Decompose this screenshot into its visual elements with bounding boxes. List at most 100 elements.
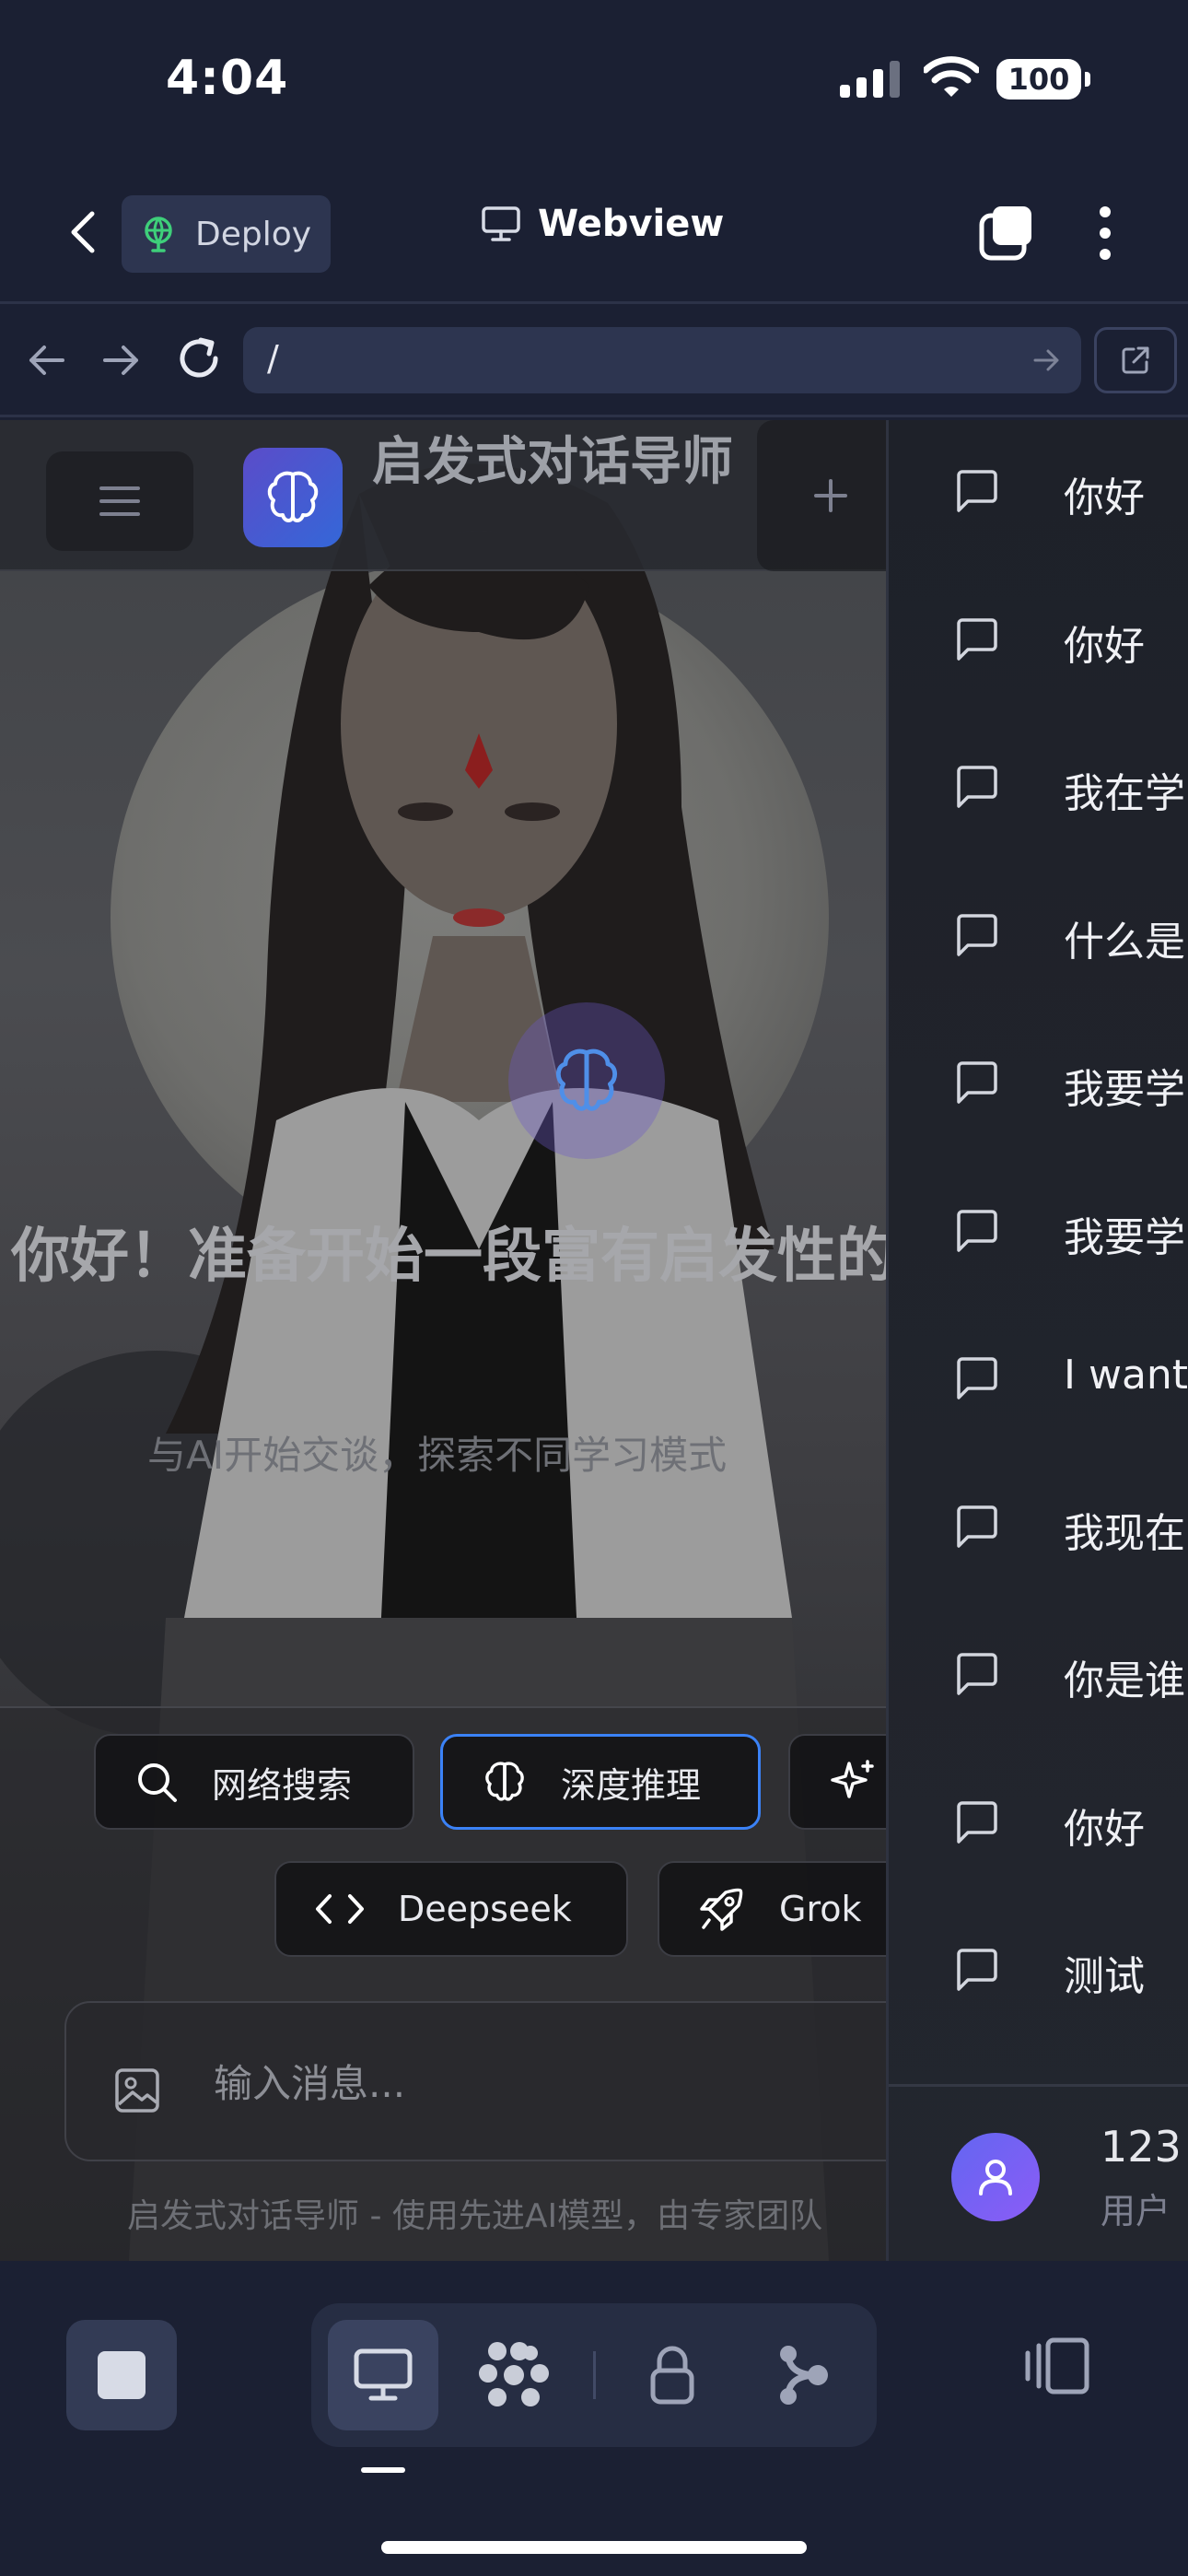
conversation-item[interactable]: 我在学 [889,716,1188,863]
webview-title: Webview [481,203,724,245]
site-header: 启发式对话导师 [0,420,904,571]
user-profile[interactable]: 123 用户 [889,2084,1188,2261]
chat-bubble-icon [957,1357,997,1399]
brain-icon [555,1048,618,1111]
conversation-item[interactable]: 你好 [889,1751,1188,1899]
chat-bubble-icon [957,913,997,956]
deep-reasoning-label: 深度推理 [561,1764,702,1806]
rocket-icon [700,1888,743,1931]
conversation-item[interactable]: 测试 [889,1899,1188,2046]
conversation-item[interactable]: 你好 [889,568,1188,716]
chat-bubble-icon [957,1061,997,1104]
lock-icon [650,2346,694,2405]
chat-bubble-icon [957,1209,997,1252]
conversation-item[interactable]: 我现在 [889,1456,1188,1603]
chat-bubble-icon [957,766,997,808]
new-chat-button[interactable] [757,420,904,571]
arrow-left-icon[interactable] [26,342,66,379]
image-upload-icon[interactable] [114,2067,160,2113]
stop-button[interactable] [66,2320,177,2430]
toolbar-divider [593,2351,596,2399]
app-header: Deploy Webview [0,175,1188,304]
battery-indicator: 100 [996,59,1081,100]
conversation-label: 你好 [1064,474,1145,521]
deepseek-chip[interactable]: Deepseek [274,1861,628,1957]
hamburger-icon [99,486,140,516]
site-title: 启发式对话导师 [372,432,733,492]
split-layout-icon[interactable] [1024,2336,1090,2395]
monitor-icon [482,206,520,241]
home-indicator [381,2541,807,2554]
chat-bubble-icon [957,470,997,512]
chat-bubble-icon [957,1653,997,1695]
footer-note: 启发式对话导师 - 使用先进AI模型，由专家团队 [127,2197,823,2235]
brand-logo [243,448,343,547]
webview-title-label: Webview [538,203,725,245]
code-icon [316,1894,364,1924]
conversation-label: 你是谁 [1064,1657,1185,1704]
conversation-label: 我在学 [1064,770,1185,817]
conversation-item[interactable]: 我要学 [889,1160,1188,1307]
apps-tool-button[interactable] [459,2320,569,2430]
grok-label: Grok [779,1889,862,1929]
chat-bubble-icon [957,1800,997,1844]
go-arrow-icon[interactable] [1033,347,1061,373]
monitor-icon [354,2348,413,2401]
user-name: 123 [1101,2122,1182,2172]
message-placeholder: 输入消息... [214,2061,406,2106]
conversation-label: 你好 [1064,1805,1145,1853]
chat-bubble-icon [957,617,997,661]
apps-icon [479,2342,549,2406]
deep-reasoning-chip[interactable]: 深度推理 [440,1734,761,1830]
more-options-icon[interactable] [1087,203,1124,263]
webview-tool-button[interactable] [328,2320,438,2430]
webview-content: 启发式对话导师 你好！准备开始一段富有启发性的对话吗？ 与AI开始交谈，探索不同… [0,420,1188,2261]
chat-bubble-icon [957,1505,997,1548]
sparkle-icon [831,1760,874,1798]
back-button[interactable] [55,203,114,262]
conversation-item[interactable]: 你好 [889,420,1188,568]
lock-tool-button[interactable] [617,2320,728,2430]
url-input[interactable]: / [243,327,1081,393]
status-bar: 4:04 100 [0,0,1188,157]
open-external-button[interactable] [1094,327,1177,393]
status-time: 4:04 [166,51,289,106]
welcome-subtitle: 与AI开始交谈，探索不同学习模式 [147,1433,728,1478]
deepseek-label: Deepseek [398,1889,572,1929]
wifi-icon [924,56,979,97]
bottom-toolbar [0,2261,1188,2576]
search-icon [138,1763,177,1802]
conversation-item[interactable]: 我要学 [889,1012,1188,1159]
conversation-label: 我要学 [1064,1066,1185,1113]
tabs-icon[interactable] [976,203,1037,263]
cellular-signal-icon [840,61,900,98]
welcome-logo [508,1002,665,1159]
avatar [951,2133,1040,2221]
web-search-chip[interactable]: 网络搜索 [94,1734,414,1830]
url-bar-row: / [0,307,1188,417]
conversation-label: 你好 [1064,622,1145,670]
chat-bubble-icon [957,1949,997,1991]
message-input[interactable]: 输入消息... [64,2001,930,2161]
conversation-item[interactable]: 什么是 [889,864,1188,1012]
brain-icon [267,471,319,522]
conversation-label: I want [1064,1352,1188,1399]
branch-tool-button[interactable] [748,2320,858,2430]
arrow-right-icon[interactable] [101,342,142,379]
url-text: / [267,338,279,379]
conversation-item[interactable]: I want [889,1307,1188,1455]
conversation-drawer: 你好 你好 我在学 什么是 我要学 我要学 I want 我现在 你是谁 你好 测试 123 用户 [886,420,1188,2261]
external-link-icon [1122,346,1149,374]
branch-icon [780,2346,828,2405]
active-tab-indicator [361,2467,405,2473]
menu-button[interactable] [46,451,193,551]
deploy-label: Deploy [195,215,312,253]
deploy-button[interactable]: Deploy [122,195,331,273]
brain-icon [485,1762,524,1801]
plus-icon [814,479,847,512]
toolbar-group [311,2303,877,2447]
conversation-item[interactable]: 你是谁 [889,1603,1188,1751]
reload-icon[interactable] [175,334,223,382]
globe-icon [145,217,172,252]
user-icon [979,2160,1012,2195]
